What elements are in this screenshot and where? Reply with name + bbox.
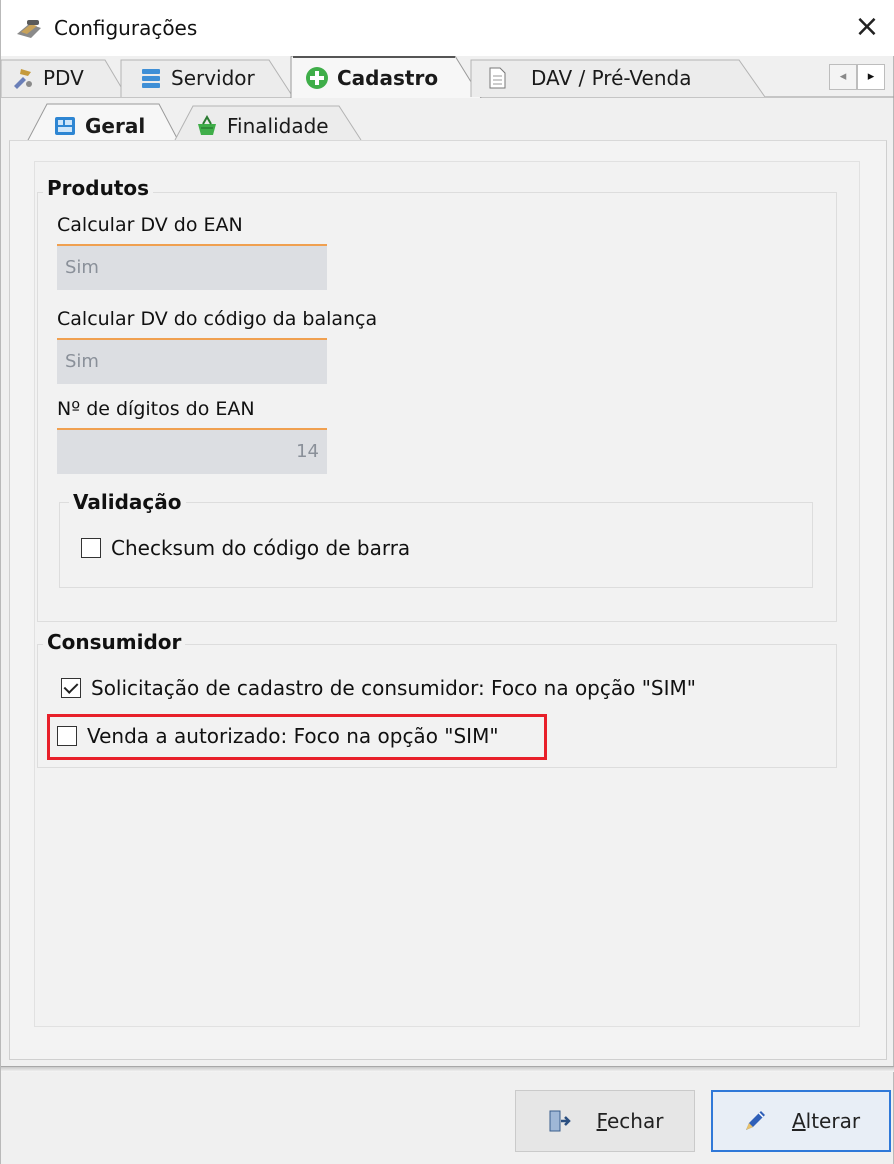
geral-tab-panel: Produtos Calcular DV do EAN Sim Calcular…: [9, 140, 887, 1060]
digitos-ean-field[interactable]: 14: [57, 428, 327, 474]
tab-pdv[interactable]: PDV: [11, 58, 84, 98]
produtos-title: Produtos: [43, 176, 154, 200]
tab-servidor[interactable]: Servidor: [139, 58, 255, 98]
tab-strip-bg: [1, 56, 894, 98]
tab-scroll-right-button[interactable]: ▸: [857, 64, 885, 90]
checkbox-label: Checksum do código de barra: [111, 536, 411, 560]
basket-icon: [198, 114, 216, 135]
tab-cadastro[interactable]: Cadastro: [305, 58, 438, 98]
solicitacao-cadastro-consumidor-checkbox[interactable]: Solicitação de cadastro de consumidor: F…: [61, 676, 696, 700]
checkbox-label: Solicitação de cadastro de consumidor: F…: [91, 676, 696, 700]
subtab-label: Geral: [85, 114, 146, 138]
window-title: Configurações: [54, 16, 198, 40]
calcular-dv-balanca-field[interactable]: Sim: [57, 338, 327, 384]
tab-label: Cadastro: [337, 66, 439, 90]
grid-icon: [55, 117, 75, 135]
close-button[interactable]: ×: [849, 10, 885, 46]
calcular-dv-ean-field[interactable]: Sim: [57, 244, 327, 290]
checksum-codigo-barra-checkbox[interactable]: Checksum do código de barra: [81, 536, 410, 560]
checkbox-box: [81, 538, 101, 558]
checkbox-box: [61, 678, 81, 698]
venda-autorizado-checkbox[interactable]: Venda a autorizado: Foco na opção "SIM": [57, 724, 499, 748]
validacao-title: Validação: [69, 490, 186, 514]
subtab-label: Finalidade: [227, 114, 329, 138]
settings-frame: Produtos Calcular DV do EAN Sim Calcular…: [34, 161, 860, 1027]
tab-scroll-left-button[interactable]: ◂: [829, 64, 857, 90]
digitos-ean-label: Nº de dígitos do EAN: [57, 398, 255, 420]
tab-label: PDV: [43, 66, 84, 90]
footer-separator: [1, 1066, 894, 1072]
fechar-accelerator: F: [596, 1109, 607, 1133]
document-icon: [489, 67, 506, 89]
plus-circle-icon: [306, 67, 328, 89]
database-icon: [142, 69, 160, 88]
alterar-label: lterar: [805, 1109, 861, 1133]
tab-dav-pre-venda[interactable]: DAV / Pré-Venda: [485, 58, 692, 98]
configuracoes-window: Configurações × PDV Servidor Cadastro DA…: [0, 0, 894, 1164]
tools-icon: [14, 69, 32, 89]
checkbox-box: [57, 726, 77, 746]
exit-door-icon: [549, 1110, 571, 1132]
fechar-label: echar: [606, 1109, 664, 1133]
pen-icon: [745, 1111, 765, 1130]
calcular-dv-balanca-label: Calcular DV do código da balança: [57, 308, 378, 330]
tab-label: Servidor: [171, 66, 255, 90]
alterar-accelerator: A: [791, 1109, 806, 1133]
fechar-button[interactable]: Fechar: [515, 1090, 695, 1152]
consumidor-title: Consumidor: [43, 630, 186, 654]
alterar-button[interactable]: Alterar: [711, 1090, 891, 1152]
tab-scroll-buttons: ◂ ▸: [829, 64, 885, 90]
title-bar: Configurações ×: [1, 0, 894, 56]
tab-label: DAV / Pré-Venda: [531, 66, 692, 90]
sub-tab-strip: Geral Finalidade: [9, 100, 887, 142]
tools-icon: [17, 20, 41, 38]
main-tab-strip: PDV Servidor Cadastro DAV / Pré-Venda: [1, 56, 894, 98]
calcular-dv-ean-label: Calcular DV do EAN: [57, 214, 243, 236]
checkbox-label: Venda a autorizado: Foco na opção "SIM": [87, 724, 499, 748]
